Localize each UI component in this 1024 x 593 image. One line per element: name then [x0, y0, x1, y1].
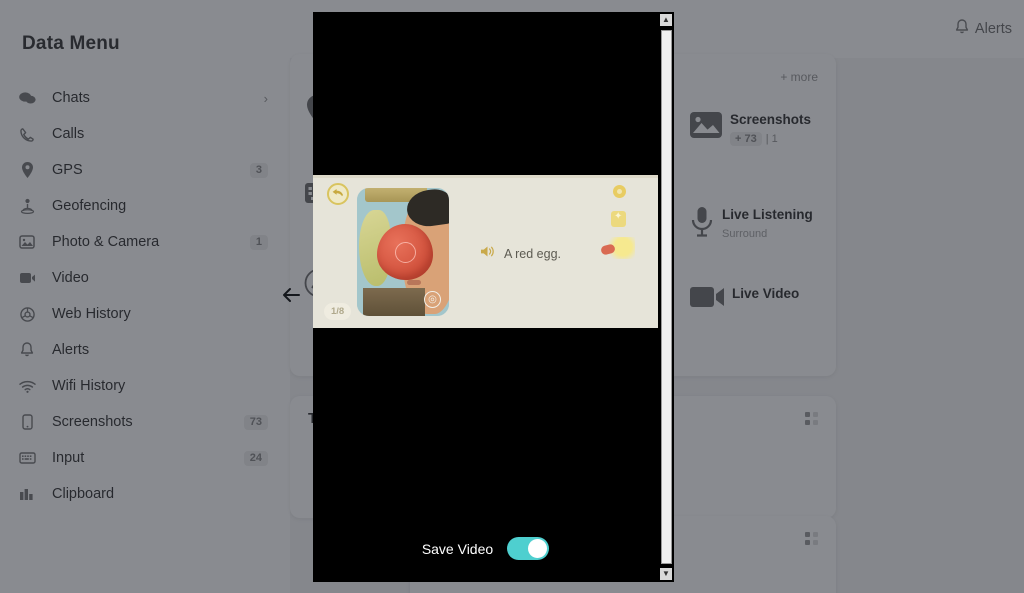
- caption-text: A red egg.: [504, 247, 561, 261]
- magnifier-icon[interactable]: ◎: [424, 291, 441, 308]
- save-video-row: Save Video: [313, 537, 658, 560]
- save-video-toggle[interactable]: [507, 537, 550, 560]
- video-frame: 1/8 ◎ A red egg. ✦: [313, 175, 666, 328]
- page-counter: 1/8: [324, 303, 352, 320]
- illustration-card[interactable]: ◎: [357, 188, 449, 316]
- frame-top-strip: [313, 175, 666, 178]
- speaker-icon[interactable]: [480, 245, 495, 263]
- save-video-label: Save Video: [421, 540, 494, 557]
- card-sticker-icon: [611, 211, 626, 227]
- scroll-down-arrow-icon[interactable]: ▼: [660, 568, 672, 580]
- flower-sticker-icon: [613, 185, 626, 198]
- app-root: Data Menu Chats › Calls: [0, 0, 1024, 593]
- illustration-wood: [363, 288, 425, 316]
- toggle-knob: [528, 539, 548, 558]
- scroll-up-arrow-icon[interactable]: ▲: [660, 14, 672, 26]
- collapse-back-button[interactable]: [281, 285, 301, 305]
- video-preview-modal: 1/8 ◎ A red egg. ✦ Save Video ▲ ▼: [313, 12, 674, 582]
- sticker-animation: [600, 185, 637, 263]
- illustration-red-egg: [377, 224, 433, 280]
- illustration-lip: [407, 280, 421, 285]
- caption-row[interactable]: A red egg.: [480, 245, 561, 263]
- scrollbar-thumb[interactable]: [661, 30, 672, 564]
- back-circle-icon[interactable]: [327, 183, 349, 205]
- video-stage[interactable]: 1/8 ◎ A red egg. ✦ Save Video: [313, 12, 666, 582]
- modal-scrollbar[interactable]: ▲ ▼: [658, 12, 674, 582]
